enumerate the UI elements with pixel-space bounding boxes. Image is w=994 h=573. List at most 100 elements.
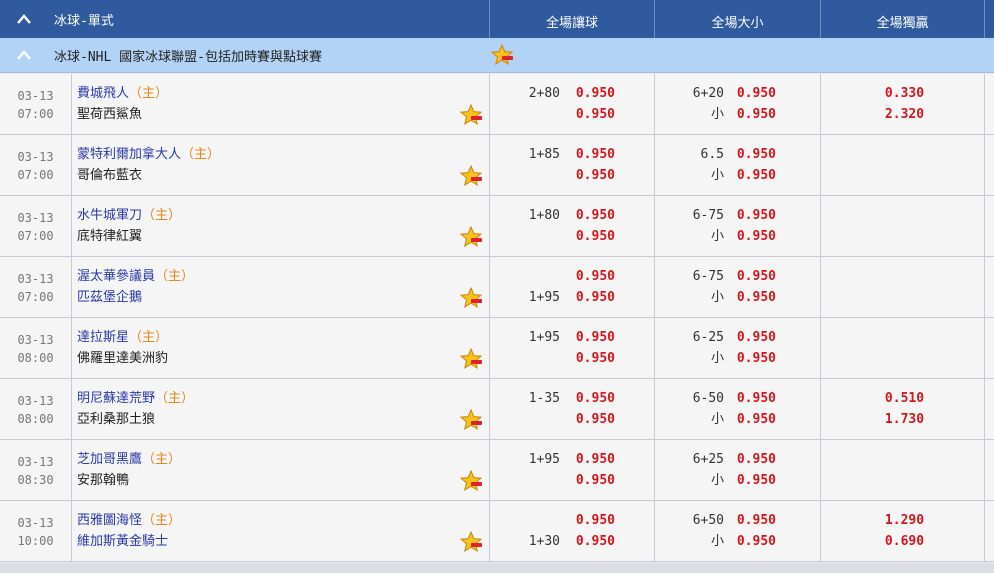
under-odds[interactable]: 0.950: [724, 531, 776, 552]
over-odds[interactable]: 0.950: [724, 327, 776, 348]
over-odds[interactable]: 0.950: [724, 449, 776, 470]
moneyline-home[interactable]: 0.510: [821, 388, 984, 409]
league-row[interactable]: 冰球-NHL 國家冰球聯盟-包括加時賽與點球賽: [0, 38, 994, 73]
handicap-odds-home[interactable]: 0.950: [560, 510, 615, 531]
handicap-odds-home[interactable]: 0.950: [560, 144, 615, 165]
favorite-star-icon[interactable]: [459, 225, 483, 249]
match-time-cell: 03-13 07:00: [0, 74, 72, 134]
handicap-line: [490, 226, 560, 247]
handicap-odds-home[interactable]: 0.950: [560, 449, 615, 470]
moneyline-home[interactable]: [821, 266, 984, 287]
moneyline-home[interactable]: [821, 327, 984, 348]
moneyline-home[interactable]: [821, 144, 984, 165]
moneyline-cell: [821, 440, 985, 500]
handicap-odds-away[interactable]: 0.950: [560, 165, 615, 186]
sport-title-cell[interactable]: 冰球-單式: [0, 0, 490, 38]
under-odds[interactable]: 0.950: [724, 104, 776, 125]
moneyline-away[interactable]: [821, 470, 984, 491]
moneyline-away[interactable]: 2.320: [821, 104, 984, 125]
handicap-cell: 1+95 0.950 0.950: [490, 318, 655, 378]
moneyline-home[interactable]: [821, 449, 984, 470]
under-label: 小: [710, 412, 724, 427]
away-team-name: 底特律紅翼: [77, 229, 143, 244]
match-row: 03-13 07:00 費城飛人（主） 聖荷西鯊魚 2+80 0.950 0.950 6+20…: [0, 74, 994, 135]
match-date: 03-13: [17, 333, 54, 347]
match-time: 07:00: [17, 290, 54, 304]
home-team-name: 達拉斯星: [77, 330, 130, 345]
moneyline-away[interactable]: [821, 226, 984, 247]
over-odds[interactable]: 0.950: [724, 205, 776, 226]
under-odds[interactable]: 0.950: [724, 348, 776, 369]
handicap-odds-home[interactable]: 0.950: [560, 327, 615, 348]
overunder-cell: 6-25 0.950 小 0.950: [655, 318, 821, 378]
handicap-cell: 1-35 0.950 0.950: [490, 379, 655, 439]
home-tag: （主）: [155, 391, 195, 406]
favorite-star-icon[interactable]: [459, 469, 483, 493]
moneyline-cell: [821, 135, 985, 195]
row-spacer: [985, 74, 994, 134]
favorite-star-icon[interactable]: [490, 43, 514, 67]
over-odds[interactable]: 0.950: [724, 144, 776, 165]
total-line: 6-25: [692, 330, 724, 345]
under-odds[interactable]: 0.950: [724, 287, 776, 308]
row-spacer: [985, 135, 994, 195]
over-odds[interactable]: 0.950: [724, 266, 776, 287]
moneyline-away[interactable]: 1.730: [821, 409, 984, 430]
match-time-cell: 03-13 08:00: [0, 379, 72, 439]
favorite-star-icon[interactable]: [459, 530, 483, 554]
chevron-up-icon[interactable]: [14, 9, 34, 29]
favorite-star-icon[interactable]: [459, 164, 483, 188]
handicap-odds-away[interactable]: 0.950: [560, 531, 615, 552]
favorite-star-icon[interactable]: [459, 408, 483, 432]
match-row: 03-13 07:00 水牛城軍刀（主） 底特律紅翼 1+80 0.950 0.950 6-7…: [0, 196, 994, 257]
total-line: 6.5: [700, 147, 724, 162]
under-odds[interactable]: 0.950: [724, 226, 776, 247]
chevron-up-icon[interactable]: [14, 45, 34, 65]
favorite-star-icon[interactable]: [459, 347, 483, 371]
favorite-star-icon[interactable]: [459, 103, 483, 127]
handicap-odds-away[interactable]: 0.950: [560, 226, 615, 247]
under-label: 小: [710, 168, 724, 183]
moneyline-home[interactable]: [821, 205, 984, 226]
handicap-odds-home[interactable]: 0.950: [560, 205, 615, 226]
under-label: 小: [710, 473, 724, 488]
moneyline-away[interactable]: [821, 348, 984, 369]
moneyline-away[interactable]: [821, 287, 984, 308]
row-spacer: [985, 501, 994, 561]
under-odds[interactable]: 0.950: [724, 409, 776, 430]
match-date: 03-13: [17, 394, 54, 408]
under-odds[interactable]: 0.950: [724, 470, 776, 491]
moneyline-home[interactable]: 1.290: [821, 510, 984, 531]
moneyline-away[interactable]: [821, 165, 984, 186]
handicap-odds-home[interactable]: 0.950: [560, 266, 615, 287]
total-line: 6+50: [692, 513, 724, 528]
moneyline-away[interactable]: 0.690: [821, 531, 984, 552]
over-odds[interactable]: 0.950: [724, 83, 776, 104]
sport-title: 冰球-單式: [54, 13, 114, 29]
over-odds[interactable]: 0.950: [724, 510, 776, 531]
total-line: 6-75: [692, 269, 724, 284]
overunder-cell: 6+25 0.950 小 0.950: [655, 440, 821, 500]
handicap-line: 1+85: [528, 147, 560, 162]
teams-cell: 達拉斯星（主） 佛羅里達美洲豹: [72, 318, 490, 378]
row-spacer: [985, 196, 994, 256]
handicap-odds-home[interactable]: 0.950: [560, 83, 615, 104]
overunder-cell: 6+20 0.950 小 0.950: [655, 74, 821, 134]
handicap-odds-away[interactable]: 0.950: [560, 348, 615, 369]
handicap-odds-home[interactable]: 0.950: [560, 388, 615, 409]
home-team-name: 西雅圖海怪: [77, 513, 143, 528]
handicap-odds-away[interactable]: 0.950: [560, 470, 615, 491]
teams-cell: 西雅圖海怪（主） 維加斯黃金騎士: [72, 501, 490, 561]
favorite-star-icon[interactable]: [459, 286, 483, 310]
row-spacer: [985, 379, 994, 439]
moneyline-home[interactable]: 0.330: [821, 83, 984, 104]
handicap-odds-away[interactable]: 0.950: [560, 104, 615, 125]
handicap-odds-away[interactable]: 0.950: [560, 409, 615, 430]
teams-cell: 渥太華參議員（主） 匹茲堡企鵝: [72, 257, 490, 317]
handicap-odds-away[interactable]: 0.950: [560, 287, 615, 308]
overunder-cell: 6-75 0.950 小 0.950: [655, 257, 821, 317]
over-odds[interactable]: 0.950: [724, 388, 776, 409]
under-odds[interactable]: 0.950: [724, 165, 776, 186]
away-team-name: 亞利桑那土狼: [77, 412, 156, 427]
match-time-cell: 03-13 07:00: [0, 257, 72, 317]
